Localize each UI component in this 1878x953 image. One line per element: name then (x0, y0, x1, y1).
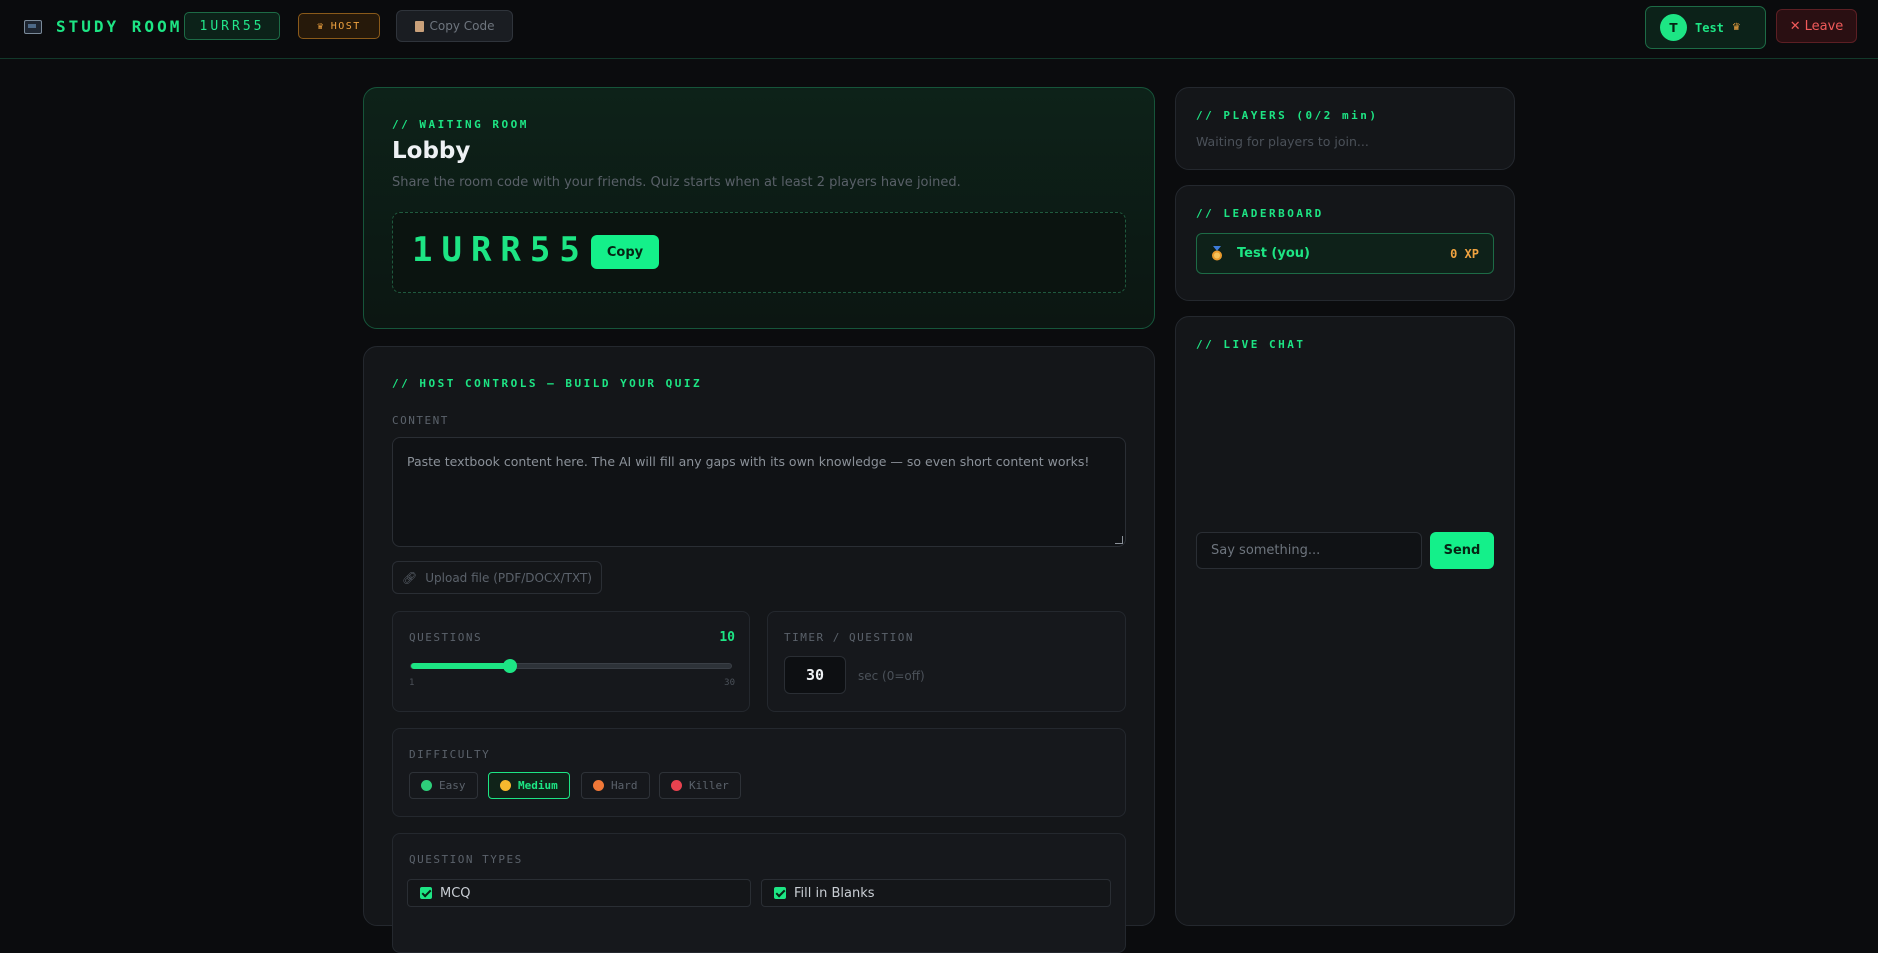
timer-panel: TIMER / QUESTION 30 sec (0=off) (767, 611, 1126, 712)
host-controls-card: // HOST CONTROLS — BUILD YOUR QUIZ CONTE… (363, 346, 1155, 953)
questions-count: 10 (719, 630, 735, 645)
waiting-room-section-title: // WAITING ROOM (392, 118, 529, 131)
leaderboard-row: Test (you) 0 XP (1196, 233, 1494, 274)
slider-max-label: 30 (724, 678, 735, 688)
chat-input[interactable]: Say something... (1196, 532, 1422, 569)
lobby-subtitle: Share the room code with your friends. Q… (392, 175, 961, 190)
avatar: T (1660, 14, 1687, 41)
copy-code-label: Copy Code (429, 19, 495, 33)
medal-icon (1212, 246, 1222, 261)
leave-label: Leave (1804, 18, 1844, 34)
question-type-mcq[interactable]: MCQ (407, 879, 751, 907)
copy-button[interactable]: Copy (591, 235, 659, 269)
room-code-display: 1URR55 (412, 230, 589, 270)
room-code-badge: 1URR55 (184, 12, 280, 40)
room-code-box: 1URR55 Copy (392, 212, 1126, 293)
questions-slider-fill (411, 663, 511, 669)
leaderboard-card: // LEADERBOARD Test (you) 0 XP (1175, 185, 1515, 301)
content-textarea[interactable]: Paste textbook content here. The AI will… (392, 437, 1126, 547)
close-icon: ✕ (1789, 18, 1801, 34)
crown-icon: ♛ (1731, 22, 1741, 33)
host-badge: ♛ HOST (298, 13, 380, 39)
send-button[interactable]: Send (1430, 532, 1494, 569)
room-icon (24, 19, 42, 34)
timer-label: TIMER / QUESTION (784, 631, 914, 644)
question-types-panel: QUESTION TYPES MCQ Fill in Blanks (392, 833, 1126, 953)
question-types-label: QUESTION TYPES (409, 853, 523, 866)
difficulty-medium-button[interactable]: Medium (488, 772, 570, 799)
resize-handle-icon[interactable] (1115, 536, 1123, 544)
difficulty-hard-label: Hard (611, 779, 638, 792)
question-type-mcq-label: MCQ (440, 885, 471, 901)
questions-panel: QUESTIONS 10 1 30 (392, 611, 750, 712)
difficulty-hard-button[interactable]: Hard (581, 772, 650, 799)
page-title: Lobby (392, 138, 471, 164)
user-chip[interactable]: T Test ♛ (1645, 6, 1766, 49)
questions-slider-thumb[interactable] (503, 659, 518, 673)
leaderboard-section-title: // LEADERBOARD (1196, 207, 1324, 220)
questions-label: QUESTIONS (409, 631, 483, 644)
paperclip-icon: 🔗︎ (402, 570, 418, 585)
top-bar: STUDY ROOM 1URR55 ♛ HOST Copy Code T Tes… (0, 0, 1878, 59)
players-empty-text: Waiting for players to join... (1196, 134, 1369, 149)
difficulty-easy-label: Easy (439, 779, 466, 792)
hard-dot-icon (593, 780, 604, 791)
leaderboard-player-xp: 0 XP (1450, 247, 1479, 261)
host-controls-section-title: // HOST CONTROLS — BUILD YOUR QUIZ (392, 377, 703, 390)
live-chat-card: // LIVE CHAT Say something... Send (1175, 316, 1515, 926)
content-label: CONTENT (392, 414, 449, 427)
upload-file-label: Upload file (PDF/DOCX/TXT) (425, 570, 592, 585)
slider-min-label: 1 (409, 678, 415, 688)
easy-dot-icon (421, 780, 432, 791)
clipboard-icon (414, 20, 424, 32)
question-type-fill-in-blanks[interactable]: Fill in Blanks (761, 879, 1111, 907)
difficulty-easy-button[interactable]: Easy (409, 772, 478, 799)
checkbox-checked-icon[interactable] (774, 887, 786, 899)
brand-title: STUDY ROOM (56, 17, 183, 36)
host-badge-label: HOST (330, 20, 361, 32)
brand: STUDY ROOM (24, 17, 182, 36)
upload-file-button[interactable]: 🔗︎ Upload file (PDF/DOCX/TXT) (392, 561, 602, 594)
question-type-fill-blanks-label: Fill in Blanks (794, 885, 875, 901)
killer-dot-icon (671, 780, 682, 791)
leaderboard-player-name: Test (you) (1237, 246, 1310, 261)
difficulty-killer-label: Killer (689, 779, 729, 792)
medium-dot-icon (500, 780, 511, 791)
content-placeholder: Paste textbook content here. The AI will… (407, 454, 1090, 469)
players-card: // PLAYERS (0/2 min) Waiting for players… (1175, 87, 1515, 170)
difficulty-medium-label: Medium (518, 779, 558, 792)
waiting-room-card: // WAITING ROOM Lobby Share the room cod… (363, 87, 1155, 329)
checkbox-checked-icon[interactable] (420, 887, 432, 899)
chat-input-placeholder: Say something... (1211, 543, 1321, 558)
timer-input[interactable]: 30 (784, 656, 846, 694)
difficulty-panel: DIFFICULTY Easy Medium Hard Killer (392, 728, 1126, 817)
user-name: Test (1695, 20, 1724, 35)
live-chat-section-title: // LIVE CHAT (1196, 338, 1306, 351)
copy-code-button[interactable]: Copy Code (396, 10, 513, 42)
players-section-title: // PLAYERS (0/2 min) (1196, 109, 1379, 122)
leave-button[interactable]: ✕ Leave (1776, 9, 1857, 43)
difficulty-label: DIFFICULTY (409, 748, 491, 761)
questions-slider[interactable] (410, 659, 732, 673)
difficulty-killer-button[interactable]: Killer (659, 772, 741, 799)
crown-icon: ♛ (317, 20, 325, 32)
timer-unit: sec (0=off) (858, 669, 925, 683)
